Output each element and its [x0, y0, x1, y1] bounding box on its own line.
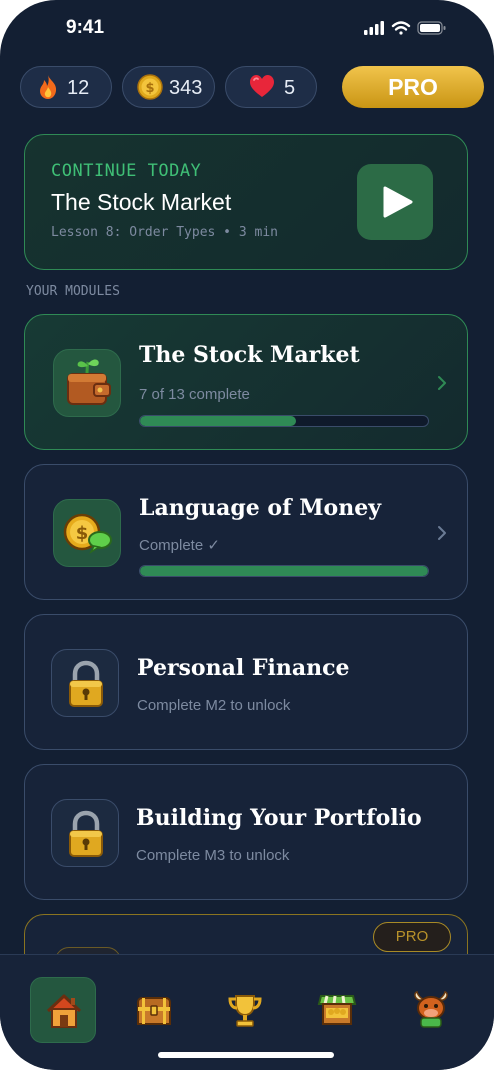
- flame-icon: [40, 75, 57, 99]
- module-card-building-portfolio[interactable]: Building Your Portfolio Complete M3 to u…: [24, 764, 468, 900]
- bull-mascot-icon: [414, 991, 448, 1028]
- module-title: Personal Finance: [137, 655, 350, 681]
- tab-shop[interactable]: [304, 977, 370, 1043]
- module-card-stock-market[interactable]: The Stock Market 7 of 13 complete: [24, 314, 468, 450]
- module-icon-box: [51, 799, 119, 867]
- module-progress-bar: [139, 565, 429, 577]
- tab-home[interactable]: [30, 977, 96, 1043]
- module-progress-fill: [140, 566, 428, 576]
- hearts-counter[interactable]: 5: [225, 66, 317, 108]
- streak-value: 12: [67, 77, 90, 99]
- status-icons: [364, 19, 450, 42]
- tab-treasure[interactable]: [121, 977, 187, 1043]
- module-icon-box: $: [53, 499, 121, 567]
- trophy-icon: [228, 995, 262, 1027]
- battery-icon: [417, 21, 446, 35]
- cellular-signal-icon: [364, 21, 384, 35]
- home-indicator: [158, 1052, 334, 1058]
- continue-title: The Stock Market: [51, 189, 232, 215]
- house-icon: [46, 994, 82, 1028]
- wallet-plant-icon: [67, 359, 111, 405]
- continue-subtitle: Lesson 8: Order Types • 3 min: [51, 225, 278, 240]
- module-subtitle: 7 of 13 complete: [139, 386, 250, 403]
- play-icon: [383, 186, 413, 218]
- coin-value: 343: [169, 77, 203, 99]
- status-time: 9:41: [66, 17, 105, 38]
- module-subtitle: Complete M2 to unlock: [137, 697, 291, 714]
- wifi-icon: [391, 21, 411, 35]
- phone-screen: 9:41 12 $ 343 5 PRO CONTINUE TODAY The S…: [0, 0, 494, 1070]
- pro-badge: PRO: [373, 922, 451, 952]
- module-card-personal-finance[interactable]: Personal Finance Complete M2 to unlock: [24, 614, 468, 750]
- streak-counter[interactable]: 12: [20, 66, 112, 108]
- heart-icon: [250, 75, 274, 97]
- pro-upgrade-button[interactable]: PRO: [342, 66, 484, 108]
- continue-kicker: CONTINUE TODAY: [51, 161, 202, 181]
- module-progress-bar: [139, 415, 429, 427]
- status-bar: 9:41: [0, 0, 494, 56]
- treasure-chest-icon: [137, 997, 171, 1025]
- continue-lesson-card[interactable]: CONTINUE TODAY The Stock Market Lesson 8…: [24, 134, 468, 270]
- module-subtitle: Complete ✓: [139, 537, 220, 554]
- coin-counter[interactable]: $ 343: [122, 66, 215, 108]
- tab-profile[interactable]: [398, 977, 464, 1043]
- module-title: Language of Money: [139, 495, 381, 521]
- svg-text:$: $: [145, 81, 154, 96]
- svg-text:$: $: [76, 523, 89, 544]
- module-title: Building Your Portfolio: [136, 805, 422, 831]
- module-icon-box: [53, 349, 121, 417]
- modules-section-label: YOUR MODULES: [26, 284, 120, 299]
- module-card-language-of-money[interactable]: $ Language of Money Complete ✓: [24, 464, 468, 600]
- module-progress-fill: [140, 416, 296, 426]
- lock-icon: [69, 660, 103, 707]
- module-title: The Stock Market: [139, 342, 360, 368]
- module-icon-box: [51, 649, 119, 717]
- chevron-right-icon: [438, 526, 446, 540]
- hearts-value: 5: [284, 77, 296, 99]
- play-button[interactable]: [357, 164, 433, 240]
- chevron-right-icon: [438, 376, 446, 390]
- lock-icon: [69, 810, 103, 857]
- coin-chat-icon: $: [63, 513, 112, 555]
- market-stall-icon: [317, 995, 357, 1025]
- coin-icon: $: [137, 74, 163, 100]
- module-subtitle: Complete M3 to unlock: [136, 847, 290, 864]
- tab-leaderboard[interactable]: [212, 977, 278, 1043]
